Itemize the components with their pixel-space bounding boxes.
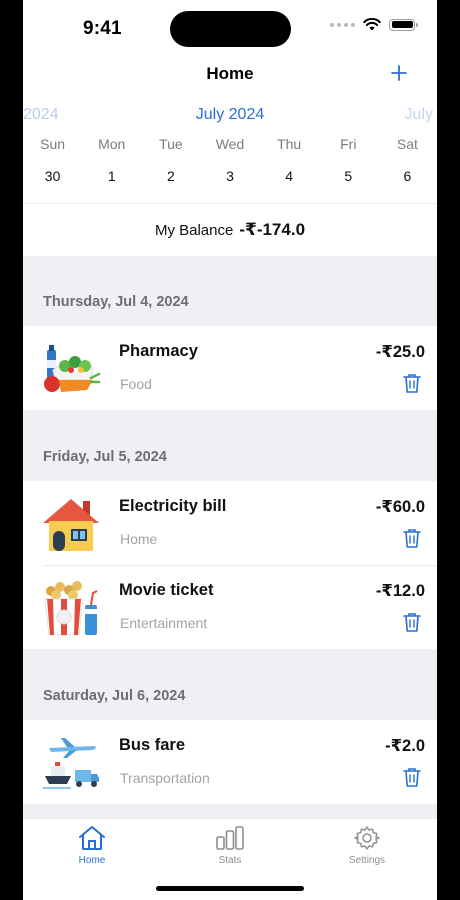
transaction-name: Bus fare — [119, 736, 186, 754]
food-groceries-icon — [44, 345, 101, 392]
transaction-name: Electricity bill — [119, 497, 227, 515]
trash-icon[interactable] — [401, 527, 423, 549]
home-indicator — [156, 886, 304, 891]
day-cell[interactable]: 6 — [378, 168, 437, 184]
day-cell[interactable]: 5 — [319, 168, 378, 184]
transaction-row[interactable]: Pharmacy Food -₹25.0 — [23, 326, 437, 410]
transaction-row[interactable]: Movie ticket Entertainment -₹12.0 — [23, 565, 437, 649]
status-icons — [330, 18, 418, 31]
home-screen: 9:41 Home 2024 July 2024 July Sun Mon Tu… — [23, 0, 437, 900]
weekday-label: Sun — [40, 136, 66, 152]
add-transaction-button[interactable] — [385, 58, 413, 86]
day-cell[interactable]: 30 — [23, 168, 82, 184]
transaction-category: Food — [120, 376, 152, 392]
page-title: Home — [206, 64, 254, 83]
transaction-name: Pharmacy — [119, 342, 198, 360]
weekday-label: Tue — [159, 136, 183, 152]
balance-value: -₹-174.0 — [239, 220, 306, 239]
transaction-amount: -₹2.0 — [385, 737, 425, 755]
transaction-category: Entertainment — [120, 615, 208, 631]
transportation-icon — [43, 738, 99, 789]
tab-bar: Home Stats Settings — [23, 818, 437, 900]
trash-icon[interactable] — [401, 372, 423, 394]
transaction-category: Home — [120, 531, 158, 547]
day-cell[interactable]: 1 — [82, 168, 141, 184]
transaction-amount: -₹12.0 — [375, 582, 425, 600]
dynamic-island — [170, 11, 291, 47]
section-date-header: Friday, Jul 5, 2024 — [43, 449, 167, 465]
tab-label: Home — [78, 855, 106, 866]
weekday-label: Thu — [277, 136, 302, 152]
transaction-category: Transportation — [120, 770, 210, 786]
status-bar: 9:41 — [23, 0, 437, 56]
tab-settings[interactable]: Settings — [317, 825, 417, 866]
balance-summary: My Balance -₹-174.0 — [23, 204, 437, 256]
transaction-name: Movie ticket — [119, 581, 214, 599]
navigation-bar: Home — [23, 56, 437, 92]
house-outline-icon — [79, 826, 105, 850]
next-month-label[interactable]: July — [405, 106, 433, 124]
cellular-signal-icon — [330, 22, 355, 27]
day-cell[interactable]: 3 — [200, 168, 259, 184]
section-date-header: Thursday, Jul 4, 2024 — [43, 294, 189, 310]
transaction-row[interactable]: Bus fare Transportation -₹2.0 — [23, 720, 437, 804]
bar-chart-icon — [216, 826, 244, 850]
weekday-label: Sat — [396, 136, 418, 152]
day-cell[interactable]: 4 — [260, 168, 319, 184]
week-days: 30 1 2 3 4 5 6 — [23, 168, 437, 184]
transaction-row[interactable]: Electricity bill Home -₹60.0 — [23, 481, 437, 565]
day-cell[interactable]: 2 — [141, 168, 200, 184]
trash-icon[interactable] — [401, 766, 423, 788]
gear-icon — [354, 826, 380, 850]
transactions-list[interactable]: Thursday, Jul 4, 2024 Pharmacy Food -₹25… — [23, 256, 437, 818]
tab-label: Settings — [348, 855, 386, 866]
battery-icon — [389, 18, 418, 31]
current-month-label[interactable]: July 2024 — [23, 106, 437, 124]
balance-label: My Balance — [154, 221, 234, 239]
month-selector[interactable]: 2024 July 2024 July — [23, 104, 437, 128]
plus-icon — [391, 65, 407, 81]
tab-stats[interactable]: Stats — [180, 825, 280, 866]
tab-label: Stats — [218, 855, 242, 866]
wifi-icon — [363, 18, 381, 31]
transaction-amount: -₹25.0 — [375, 343, 425, 361]
tab-home[interactable]: Home — [42, 825, 142, 866]
house-icon — [43, 499, 99, 551]
trash-icon[interactable] — [401, 611, 423, 633]
weekday-label: Wed — [215, 136, 245, 152]
status-time: 9:41 — [83, 18, 122, 39]
weekday-header: Sun Mon Tue Wed Thu Fri Sat — [23, 136, 437, 152]
popcorn-icon — [44, 581, 98, 636]
section-date-header: Saturday, Jul 6, 2024 — [43, 688, 186, 704]
transaction-amount: -₹60.0 — [375, 498, 425, 516]
weekday-label: Mon — [98, 136, 126, 152]
weekday-label: Fri — [340, 136, 357, 152]
